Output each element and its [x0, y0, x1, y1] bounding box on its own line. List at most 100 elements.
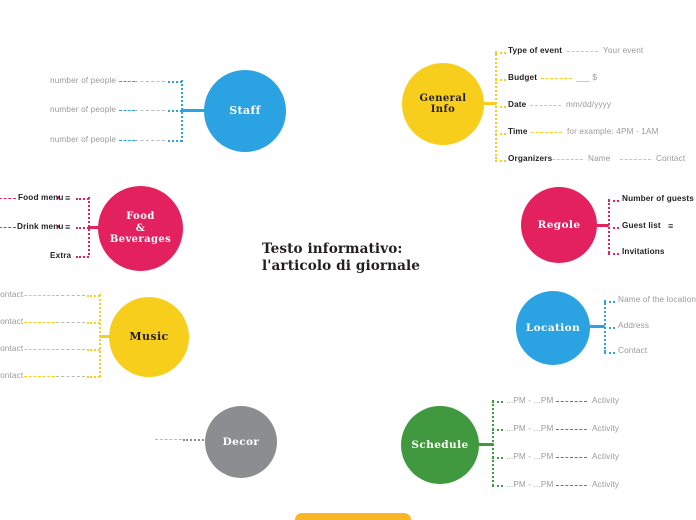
staff-branch-dash-1 — [135, 81, 165, 82]
node-regole[interactable]: Regole — [521, 187, 597, 263]
gi-branch-value-1: Your event — [603, 46, 644, 55]
node-schedule-label: Schedule — [411, 438, 469, 451]
schedule-branch-value-3: Activity — [592, 452, 620, 461]
gi-branch-dash-5a — [552, 159, 583, 160]
food-branch-label-2: Drink menu — [17, 222, 64, 231]
regole-branch-line-2 — [608, 227, 619, 229]
mindmap-canvas: Testo informativo: l'articolo di giornal… — [0, 0, 696, 520]
staff-stem — [181, 109, 205, 112]
gi-branch-label-1: Type of event — [508, 46, 563, 55]
node-decor[interactable]: Decor — [205, 406, 277, 478]
music-branch-dash-1b — [24, 295, 55, 296]
food-branch-label-1: Food menu — [18, 193, 64, 202]
location-branch-label-3: Contact — [618, 346, 648, 355]
node-location-label: Location — [525, 321, 581, 334]
node-decor-label: Decor — [222, 435, 260, 448]
node-schedule[interactable]: Schedule — [401, 406, 479, 484]
gi-branch-line-2 — [495, 79, 506, 81]
music-branch-dash-2 — [56, 322, 85, 323]
schedule-branch-value-4: Activity — [592, 480, 620, 489]
regole-branch-line-3 — [608, 253, 619, 255]
page-title: Testo informativo: l'articolo di giornal… — [262, 241, 421, 275]
food-branch-line-1 — [76, 198, 89, 200]
music-branch-line-4 — [87, 376, 100, 378]
node-staff[interactable]: Staff — [204, 70, 286, 152]
node-regole-label: Regole — [537, 218, 581, 231]
music-branch-label-4: Contact — [0, 371, 24, 380]
location-branch-label-1: Name of the location — [618, 295, 696, 304]
location-branch-line-1 — [604, 301, 615, 303]
food-branch-label-3: Extra — [50, 251, 72, 260]
staff-branch-label-3: number of people — [50, 135, 117, 144]
drink-menu-list-icon[interactable]: ≡ — [65, 223, 70, 232]
music-branch-dash-4b — [24, 376, 55, 377]
guest-list-list-icon[interactable]: ≡ — [668, 222, 673, 231]
music-branch-label-2: Contact — [0, 317, 24, 326]
staff-branch-label-2: number of people — [50, 105, 117, 114]
node-food-beverages-label: Food & Beverages — [109, 211, 172, 246]
gi-branch-line-3 — [495, 106, 506, 108]
gi-branch-value-4: for example: 4PM - 1AM — [567, 127, 659, 136]
gi-branch-label-5: Organizers — [508, 154, 553, 163]
regole-branch-line-1 — [608, 200, 619, 202]
schedule-branch-dash-4 — [556, 485, 587, 486]
regole-branch-label-3: Invitations — [622, 247, 665, 256]
location-branch-line-3 — [604, 352, 615, 354]
schedule-branch-label-3: ...PM - ...PM — [506, 452, 554, 461]
staff-branch-label-1: number of people — [50, 76, 117, 85]
location-stem — [589, 325, 605, 328]
decor-branch-dash — [155, 439, 182, 440]
staff-branch-dash-2 — [135, 110, 165, 111]
decor-branch-line — [183, 439, 207, 441]
music-branch-dash-3 — [56, 349, 85, 350]
music-branch-line-2 — [87, 322, 100, 324]
node-food-beverages[interactable]: Food & Beverages — [98, 186, 183, 271]
schedule-branch-dash-1 — [556, 401, 587, 402]
gi-branch-line-1 — [495, 52, 506, 54]
gi-branch-line-4 — [495, 133, 506, 135]
gi-branch-value2-5: Contact — [656, 154, 686, 163]
general-info-spine — [495, 51, 497, 159]
music-branch-label-1: Contact — [0, 290, 24, 299]
music-branch-label-3: Contact — [0, 344, 24, 353]
regole-branch-label-2: Guest list — [622, 221, 661, 230]
staff-branch-dash-3b — [119, 140, 135, 141]
gi-branch-dash-2 — [541, 78, 572, 79]
gi-branch-dash-5b — [620, 159, 651, 160]
music-branch-dash-1 — [56, 295, 85, 296]
food-branch-line-3 — [76, 256, 89, 258]
gi-branch-label-4: Time — [508, 127, 528, 136]
staff-branch-line-1 — [168, 81, 182, 83]
music-branch-dash-3b — [24, 349, 55, 350]
schedule-branch-line-1 — [492, 401, 503, 403]
schedule-branch-line-3 — [492, 457, 503, 459]
gi-branch-dash-1 — [567, 51, 598, 52]
schedule-branch-line-4 — [492, 485, 503, 487]
schedule-branch-label-1: ...PM - ...PM — [506, 396, 554, 405]
node-general-info-label: General Info — [419, 92, 467, 116]
music-branch-line-3 — [87, 349, 100, 351]
location-branch-label-2: Address — [618, 321, 650, 330]
schedule-branch-value-2: Activity — [592, 424, 620, 433]
gi-branch-value-3: mm/dd/yyyy — [566, 100, 612, 109]
food-branch-dash-2 — [0, 227, 16, 228]
schedule-branch-value-1: Activity — [592, 396, 620, 405]
node-music-label: Music — [129, 329, 169, 343]
staff-branch-dash-2b — [119, 110, 135, 111]
node-general-info[interactable]: General Info — [402, 63, 484, 145]
staff-branch-dash-1b — [119, 81, 135, 82]
schedule-branch-label-2: ...PM - ...PM — [506, 424, 554, 433]
gi-branch-label-3: Date — [508, 100, 527, 109]
schedule-branch-dash-3 — [556, 457, 587, 458]
music-branch-line-1 — [87, 295, 100, 297]
node-location[interactable]: Location — [516, 291, 590, 365]
gi-branch-line-5 — [495, 160, 506, 162]
music-branch-dash-2b — [24, 322, 55, 323]
gi-branch-value-5: Name — [588, 154, 611, 163]
staff-branch-line-3 — [168, 140, 182, 142]
food-menu-list-icon[interactable]: ≡ — [65, 194, 70, 203]
node-music[interactable]: Music — [109, 297, 189, 377]
schedule-branch-dash-2 — [556, 429, 587, 430]
location-branch-line-2 — [604, 327, 615, 329]
schedule-stem — [478, 443, 494, 446]
